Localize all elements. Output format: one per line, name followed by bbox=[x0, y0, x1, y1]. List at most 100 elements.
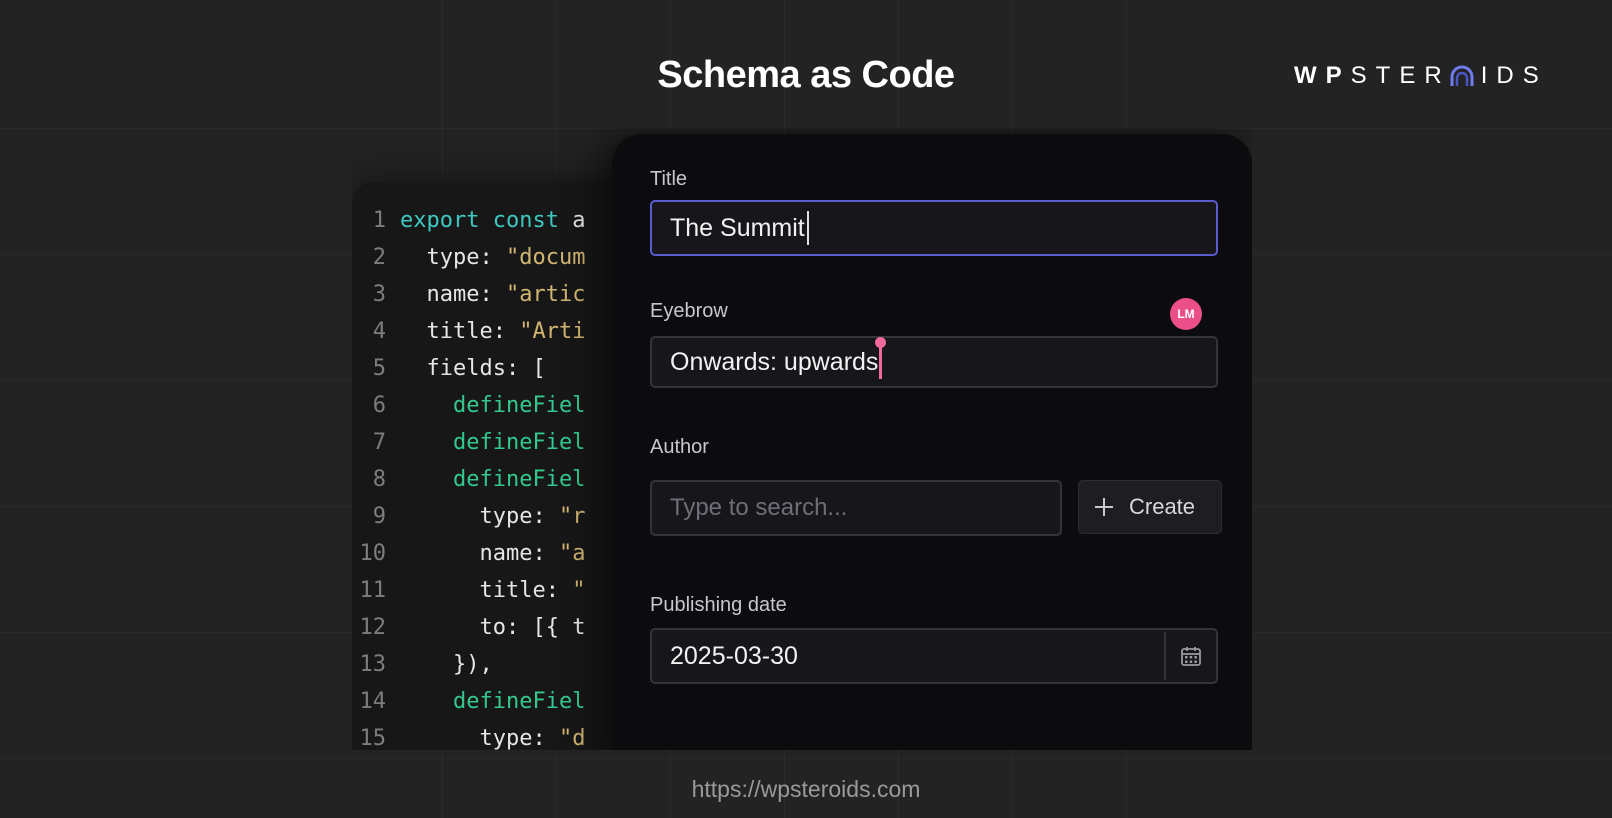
code-line: 12 to: [{ t bbox=[352, 609, 586, 646]
code-token: "docum bbox=[505, 245, 586, 270]
code-token: type bbox=[400, 726, 533, 750]
code-token: "Arti bbox=[519, 319, 586, 344]
title-label: Title bbox=[650, 168, 688, 190]
code-token: defineFiel bbox=[400, 393, 586, 418]
code-token: : bbox=[479, 282, 506, 307]
line-number: 11 bbox=[359, 578, 387, 603]
code-token: name bbox=[400, 282, 480, 307]
calendar-button[interactable] bbox=[1164, 632, 1216, 680]
code-text: name: "artic bbox=[400, 282, 585, 307]
code-token: : bbox=[532, 726, 559, 750]
code-token: "r bbox=[558, 504, 586, 529]
line-number: 14 bbox=[359, 689, 387, 714]
code-line: 1 export const a bbox=[352, 202, 586, 239]
code-token: : [{ t bbox=[505, 615, 586, 640]
date-value: 2025-03-30 bbox=[670, 641, 798, 670]
code-token: }), bbox=[400, 652, 493, 677]
code-token: : bbox=[545, 578, 573, 603]
title-input[interactable]: The Summit bbox=[650, 200, 1218, 256]
code-token: a bbox=[558, 208, 586, 233]
code-line: 6 defineFiel bbox=[352, 387, 586, 424]
code-text: defineFiel bbox=[400, 430, 585, 455]
brand-logo: WP STER IDS bbox=[1294, 60, 1548, 92]
code-token: : bbox=[532, 541, 559, 566]
code-text: type: "docum bbox=[400, 245, 585, 270]
code-text: type: "d bbox=[400, 726, 585, 750]
arch-icon bbox=[1450, 65, 1474, 86]
code-line: 2 type: "docum bbox=[352, 239, 586, 276]
code-text: type: "r bbox=[400, 504, 585, 529]
line-number: 5 bbox=[372, 356, 386, 381]
eyebrow-label: Eyebrow bbox=[650, 300, 728, 322]
code-line: 7 defineFiel bbox=[352, 424, 586, 461]
code-line: 4 title: "Arti bbox=[352, 313, 586, 350]
line-number: 7 bbox=[372, 430, 386, 455]
code-token: type bbox=[400, 504, 533, 529]
line-number: 6 bbox=[372, 393, 386, 418]
code-token: name bbox=[400, 541, 533, 566]
line-number: 8 bbox=[372, 467, 386, 492]
content-form: Title The Summit Eyebrow LM Onwards: upw… bbox=[612, 134, 1252, 750]
code-token: defineFiel bbox=[400, 430, 586, 455]
code-token: fields bbox=[400, 356, 506, 381]
code-token: " bbox=[572, 578, 586, 603]
line-number: 3 bbox=[372, 282, 386, 307]
line-number: 9 bbox=[372, 504, 386, 529]
logo-text-b: STER bbox=[1350, 62, 1451, 89]
code-text: to: [{ t bbox=[400, 615, 585, 640]
author-label: Author bbox=[650, 436, 709, 458]
code-text: title: " bbox=[400, 578, 585, 603]
line-number: 1 bbox=[372, 208, 386, 233]
code-text: export const a bbox=[400, 208, 585, 233]
collaborator-caret bbox=[875, 337, 887, 379]
code-text: name: "a bbox=[400, 541, 585, 566]
code-token: export const bbox=[400, 208, 559, 233]
code-token: title bbox=[400, 319, 493, 344]
author-search-input[interactable] bbox=[650, 480, 1062, 536]
code-token: : bbox=[479, 245, 506, 270]
code-line: 13 }), bbox=[352, 646, 493, 683]
code-token: : [ bbox=[505, 356, 546, 381]
text-caret bbox=[806, 211, 809, 245]
title-value: The Summit bbox=[670, 213, 805, 242]
eyebrow-value: Onwards: upwards bbox=[670, 347, 879, 376]
code-token: : bbox=[532, 504, 559, 529]
code-text: }), bbox=[400, 652, 493, 677]
code-line: 15 type: "d bbox=[352, 720, 586, 750]
publishing-date-input[interactable]: 2025-03-30 bbox=[650, 628, 1218, 684]
code-token: : bbox=[492, 319, 520, 344]
code-line: 8 defineFiel bbox=[352, 461, 586, 498]
code-token: "d bbox=[558, 726, 586, 750]
publishing-date-label: Publishing date bbox=[650, 594, 787, 616]
create-author-button[interactable]: Create bbox=[1078, 480, 1222, 534]
line-number: 2 bbox=[372, 245, 386, 270]
line-number: 13 bbox=[359, 652, 387, 677]
grid-line bbox=[0, 758, 1612, 759]
code-token: defineFiel bbox=[400, 689, 586, 714]
product-showcase: 1 export const a2 type: "docum 3 name: "ar… bbox=[352, 128, 1252, 750]
footer-url[interactable]: https://wpsteroids.com bbox=[0, 776, 1612, 803]
code-line: 9 type: "r bbox=[352, 498, 586, 535]
logo-text-a: WP bbox=[1294, 62, 1351, 89]
code-text: defineFiel bbox=[400, 393, 585, 418]
create-label: Create bbox=[1129, 494, 1196, 519]
code-line: 5 fields: [ bbox=[352, 350, 546, 387]
eyebrow-input[interactable]: Onwards: upwards bbox=[650, 336, 1218, 388]
line-number: 10 bbox=[359, 541, 387, 566]
code-line: 10 name: "a bbox=[352, 535, 586, 572]
code-line: 3 name: "artic bbox=[352, 276, 586, 313]
plus-icon bbox=[1095, 498, 1113, 516]
code-token: type bbox=[400, 245, 480, 270]
code-text: fields: [ bbox=[400, 356, 546, 381]
collaborator-avatar[interactable]: LM bbox=[1170, 298, 1202, 330]
line-number: 4 bbox=[372, 319, 386, 344]
code-text: defineFiel bbox=[400, 467, 585, 492]
code-token: to bbox=[400, 615, 506, 640]
code-token: defineFiel bbox=[400, 467, 586, 492]
code-token: title bbox=[400, 578, 546, 603]
code-token: "a bbox=[558, 541, 586, 566]
code-text: defineFiel bbox=[400, 689, 585, 714]
code-token: "artic bbox=[505, 282, 586, 307]
code-text: title: "Arti bbox=[400, 319, 585, 344]
code-line: 14 defineFiel bbox=[352, 683, 586, 720]
